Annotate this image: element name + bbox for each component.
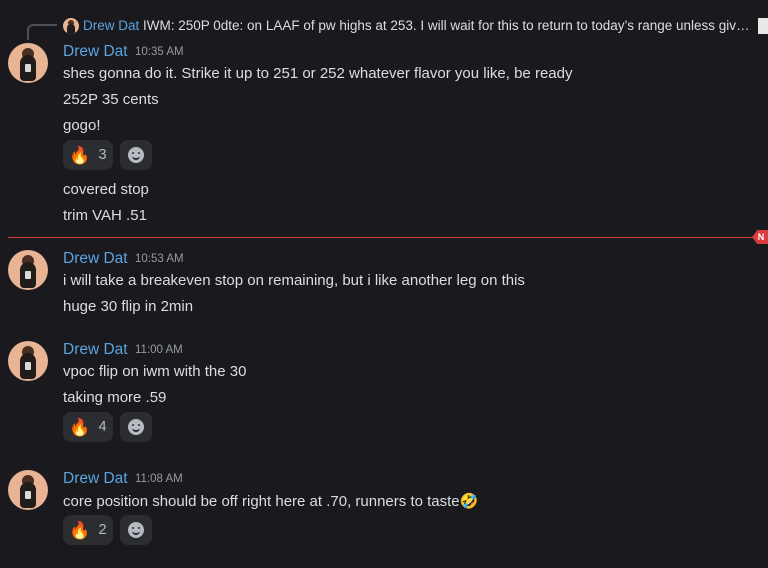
fire-emoji-icon: 🔥	[69, 145, 91, 165]
message-timestamp: 11:00 AM	[135, 344, 183, 356]
new-messages-badge: N	[752, 230, 768, 244]
reply-preview[interactable]: Drew Dat IWM: 250P 0dte: on LAAF of pw h…	[0, 14, 768, 40]
message-author[interactable]: Drew Dat	[63, 470, 128, 488]
reaction-count: 4	[98, 419, 107, 435]
message-line: shes gonna do it. Strike it up to 251 or…	[63, 65, 573, 82]
avatar[interactable]	[8, 341, 48, 381]
message-line: core position should be off right here a…	[63, 493, 479, 510]
message-line: huge 30 flip in 2min	[63, 298, 194, 315]
reply-author[interactable]: Drew Dat	[83, 18, 139, 33]
smiley-icon	[128, 522, 144, 538]
smiley-icon	[128, 419, 144, 435]
reaction-fire[interactable]: 🔥 3	[63, 140, 113, 170]
avatar-jersey	[25, 271, 31, 279]
message-line: taking more .59	[63, 389, 167, 406]
message-author[interactable]: Drew Dat	[63, 250, 128, 268]
message-line: i will take a breakeven stop on remainin…	[63, 272, 525, 289]
reply-text[interactable]: IWM: 250P 0dte: on LAAF of pw highs at 2…	[143, 18, 753, 33]
avatar[interactable]	[8, 43, 48, 83]
message-line: 252P 35 cents	[63, 91, 159, 108]
add-reaction-button[interactable]	[120, 140, 152, 170]
fire-emoji-icon: 🔥	[69, 417, 91, 437]
message-line: trim VAH .51	[63, 207, 147, 224]
new-messages-divider	[8, 237, 756, 238]
avatar[interactable]	[8, 250, 48, 290]
reaction-count: 2	[98, 522, 107, 538]
image-icon	[758, 18, 768, 34]
smiley-icon	[128, 147, 144, 163]
reply-avatar[interactable]	[63, 18, 79, 34]
message-author[interactable]: Drew Dat	[63, 43, 128, 61]
message-timestamp: 10:53 AM	[135, 253, 184, 265]
message-timestamp: 10:35 AM	[135, 46, 184, 58]
avatar[interactable]	[8, 470, 48, 510]
reaction-count: 3	[98, 147, 107, 163]
reaction-fire[interactable]: 🔥 2	[63, 515, 113, 545]
avatar-jersey	[25, 64, 31, 72]
message-line: covered stop	[63, 181, 149, 198]
add-reaction-button[interactable]	[120, 515, 152, 545]
message-line: vpoc flip on iwm with the 30	[63, 363, 247, 380]
message-timestamp: 11:08 AM	[135, 473, 183, 485]
add-reaction-button[interactable]	[120, 412, 152, 442]
reaction-fire[interactable]: 🔥 4	[63, 412, 113, 442]
fire-emoji-icon: 🔥	[69, 520, 91, 540]
avatar-jersey	[25, 362, 31, 370]
avatar-jersey	[25, 491, 31, 499]
reply-spine	[27, 24, 57, 40]
message-line: gogo!	[63, 117, 101, 134]
avatar-body	[67, 24, 75, 34]
message-author[interactable]: Drew Dat	[63, 341, 128, 359]
